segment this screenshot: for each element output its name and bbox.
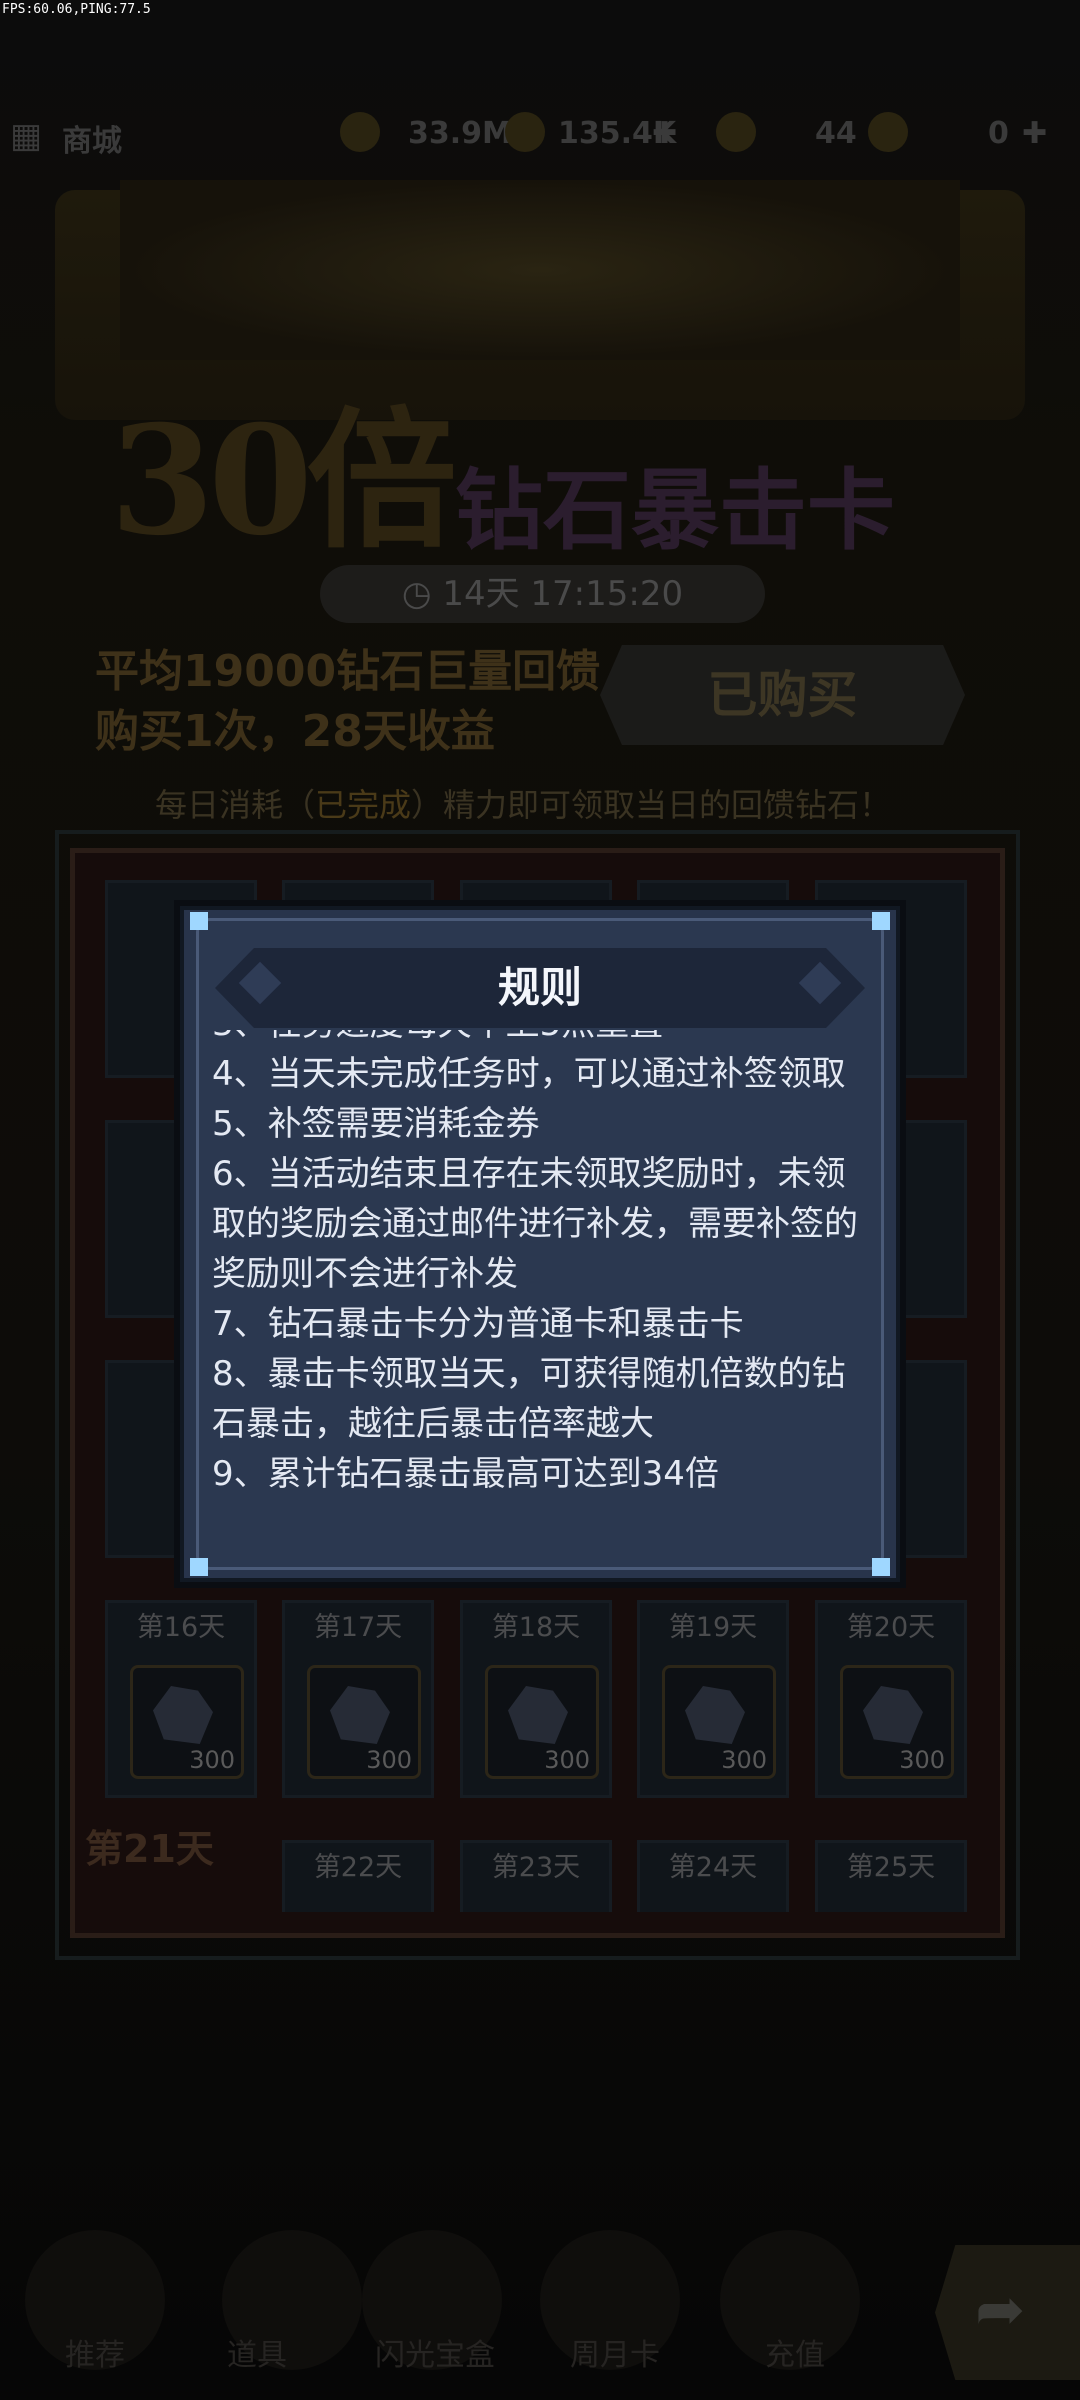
purchased-label: 已购买: [707, 666, 858, 724]
diamond-amount: 0: [988, 116, 1009, 151]
reward-day21-label[interactable]: 第21天: [85, 1818, 214, 1873]
dialog-corner-ornament: [872, 1558, 890, 1576]
reward-cell-day20[interactable]: 第20天 300: [815, 1600, 967, 1798]
share-button[interactable]: ➦: [935, 2245, 1080, 2380]
clock-icon: ◷: [401, 574, 443, 614]
top-bar: ▦ 商城 33.9M 135.4K ✚ 44 0 ✚: [0, 100, 1080, 170]
rule-item-8: 8、暴击卡领取当天，可获得随机倍数的钻石暴击，越往后暴击倍率越大: [212, 1354, 846, 1444]
dialog-title: 规则: [497, 963, 582, 1012]
nav-monthly-card-label: 周月卡: [570, 2338, 660, 2373]
countdown-timer: ◷ 14天 17:15:20: [401, 574, 684, 614]
nav-flash-box-label: 闪光宝盒: [375, 2338, 495, 2373]
rule-item-5: 5、补签需要消耗金券: [212, 1104, 540, 1144]
reward-cell-day17[interactable]: 第17天 300: [282, 1600, 434, 1798]
ticket-icon: [716, 112, 756, 152]
reward-cell-day25[interactable]: 第25天: [815, 1840, 967, 1912]
diamond-icon: [868, 112, 908, 152]
bottom-nav: [0, 2230, 1080, 2400]
banner-title-card: 钻石暴击卡: [455, 459, 896, 562]
dialog-corner-ornament: [190, 1558, 208, 1576]
gold-icon: [340, 112, 380, 152]
banner-title-multiplier: 30倍: [110, 393, 457, 569]
shop-title: 商城: [62, 124, 122, 159]
nav-items-label: 道具: [227, 2338, 287, 2373]
nav-recharge-label: 充值: [765, 2338, 825, 2373]
rule-item-4: 4、当天未完成任务时，可以通过补签领取: [212, 1054, 846, 1094]
add-diamond-icon[interactable]: ✚: [1022, 116, 1047, 151]
rule-item-9: 9、累计钻石暴击最高可达到34倍: [212, 1454, 719, 1494]
rule-item-6: 6、当活动结束且存在未领取奖励时，未领取的奖励会通过邮件进行补发，需要补签的奖励…: [212, 1154, 858, 1294]
reward-cell-day22[interactable]: 第22天: [282, 1840, 434, 1912]
add-energy-icon[interactable]: ✚: [652, 116, 677, 151]
diamond-icon: [685, 1686, 745, 1744]
rules-scroll-area[interactable]: 3、任务进度每天早上5点重置 4、当天未完成任务时，可以通过补签领取 5、补签需…: [212, 1030, 872, 1520]
diamond-icon: [508, 1686, 568, 1744]
fps-readout: FPS:60.06,PING:77.5: [2, 2, 151, 17]
reward-cell-day19[interactable]: 第19天 300: [637, 1600, 789, 1798]
energy-icon: [505, 112, 545, 152]
rule-item-3: 3、任务进度每天早上5点重置: [212, 1030, 872, 1049]
reward-cell-day16[interactable]: 第16天 300: [105, 1600, 257, 1798]
shop-logo-glow: [120, 180, 960, 360]
reward-cell-day18[interactable]: 第18天 300: [460, 1600, 612, 1798]
shop-icon: ▦: [10, 116, 43, 156]
reward-cell-day23[interactable]: 第23天: [460, 1840, 612, 1912]
rule-item-7: 7、钻石暴击卡分为普通卡和暴击卡: [212, 1304, 744, 1344]
diamond-icon: [153, 1686, 213, 1744]
nav-recommend-label: 推荐: [65, 2338, 125, 2373]
gold-amount: 33.9M: [408, 116, 512, 151]
banner-desc-line1: 平均19000钻石巨量回馈: [95, 646, 601, 697]
diamond-icon: [863, 1686, 923, 1744]
dialog-corner-ornament: [872, 912, 890, 930]
daily-hint: 每日消耗（已完成）精力即可领取当日的回馈钻石！: [155, 786, 892, 824]
reward-cell-day24[interactable]: 第24天: [637, 1840, 789, 1912]
dialog-corner-ornament: [190, 912, 208, 930]
diamond-icon: [330, 1686, 390, 1744]
ticket-amount: 44: [815, 116, 857, 151]
share-arrow-icon: ➦: [975, 2275, 1026, 2345]
banner-desc-line2: 购买1次，28天收益: [95, 706, 495, 757]
